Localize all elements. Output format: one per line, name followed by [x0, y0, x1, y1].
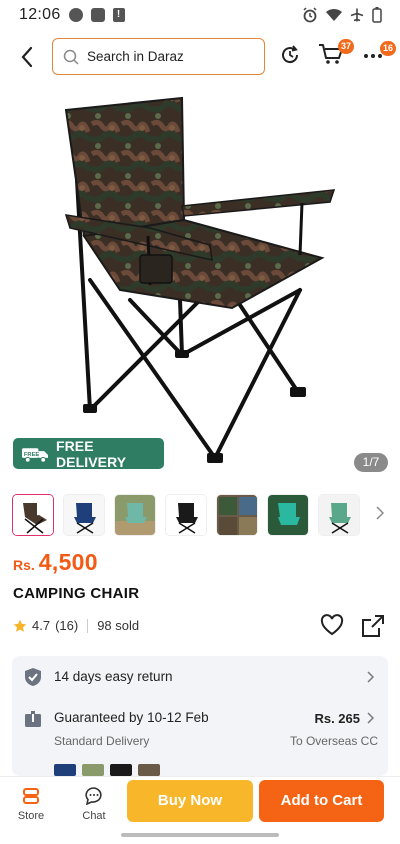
back-button[interactable]: [14, 42, 40, 72]
buy-now-button[interactable]: Buy Now: [127, 780, 253, 822]
sold-count: 98 sold: [97, 618, 140, 633]
thumbnail-chair-collage: [217, 495, 257, 535]
rating-divider: [87, 618, 89, 633]
return-policy-label: 14 days easy return: [54, 669, 173, 684]
more-button[interactable]: 16: [362, 41, 397, 70]
mini-thumb: [110, 764, 132, 776]
mini-thumb: [54, 764, 76, 776]
thumbnail-camo-chair: [13, 495, 53, 535]
free-delivery-label: FREE DELIVERY: [55, 437, 127, 470]
thumbnail-5[interactable]: [216, 494, 258, 536]
refresh-clock-icon[interactable]: [279, 44, 301, 66]
search-placeholder: Search in Daraz: [87, 49, 184, 64]
price-currency: Rs.: [13, 557, 35, 573]
store-button[interactable]: Store: [9, 787, 53, 822]
delivery-info-card: 14 days easy return Guaranteed by 10-12 …: [12, 656, 388, 776]
mini-thumb: [138, 764, 160, 776]
thumbnail-black-chair: [166, 495, 206, 535]
star-icon: [13, 619, 27, 632]
share-icon[interactable]: [361, 614, 385, 638]
wishlist-heart-icon[interactable]: [320, 614, 344, 636]
return-policy-row[interactable]: 14 days easy return: [12, 656, 388, 696]
delivery-truck-icon: FREE: [21, 447, 49, 463]
status-right: [302, 7, 382, 23]
alert-icon: !: [112, 8, 125, 22]
thumbnail-4[interactable]: [165, 494, 207, 536]
airplane-icon: [350, 8, 364, 22]
chat-icon: [85, 787, 102, 806]
store-icon: [23, 788, 39, 804]
notification-square-icon: [90, 8, 105, 22]
delivery-fee: Rs. 265: [314, 711, 360, 726]
thumbnail-green-chair-outdoor: [115, 495, 155, 535]
more-count-badge: 16: [380, 41, 397, 56]
truck-free-text: FREE: [24, 451, 40, 457]
cart-button[interactable]: 37: [318, 39, 355, 70]
chevron-right-icon: [367, 712, 374, 724]
back-arrow-icon: [21, 46, 33, 68]
status-left: 12:06 !: [19, 6, 125, 24]
shield-check-icon: [25, 668, 41, 686]
thumbnail-blue-chair: [64, 495, 104, 535]
add-to-cart-button[interactable]: Add to Cart: [259, 780, 384, 822]
thumbnail-strip: [12, 494, 392, 538]
search-input[interactable]: Search in Daraz: [52, 38, 265, 75]
camping-chair-image: [64, 96, 336, 463]
status-time: 12:06: [19, 6, 61, 23]
chat-label: Chat: [82, 810, 106, 822]
free-delivery-badge: FREE FREE DELIVERY: [13, 437, 164, 470]
thumbnail-3[interactable]: [114, 494, 156, 536]
thumbnail-1[interactable]: [12, 494, 54, 536]
delivery-box-icon: [25, 711, 41, 727]
notification-dot-icon: [68, 8, 83, 22]
chevron-right-icon: [367, 671, 374, 683]
rating-count: (16): [55, 618, 79, 633]
product-image[interactable]: [0, 84, 400, 484]
header-bar: Search in Daraz 37 16: [0, 36, 400, 78]
status-bar: 12:06 !: [0, 0, 400, 30]
image-counter: 1/7: [354, 453, 388, 472]
thumbnail-2[interactable]: [63, 494, 105, 536]
delivery-type: Standard Delivery: [54, 734, 150, 748]
product-title: CAMPING CHAIR: [13, 585, 140, 602]
thumbnail-teal-chair: [268, 495, 308, 535]
price: Rs. 4,500: [13, 549, 98, 576]
thumbnail-7[interactable]: [318, 494, 360, 536]
thumbnail-next-icon[interactable]: [376, 506, 384, 520]
delivery-guarantee-row[interactable]: Guaranteed by 10-12 Feb Rs. 265 Standard…: [12, 700, 388, 752]
home-indicator[interactable]: [121, 833, 279, 837]
search-icon: [63, 49, 79, 65]
store-label: Store: [17, 810, 45, 822]
rating-value: 4.7: [32, 618, 51, 633]
thumbnail-6[interactable]: [267, 494, 309, 536]
battery-icon: [372, 7, 382, 23]
wifi-icon: [326, 8, 342, 21]
alarm-icon: [303, 7, 317, 23]
thumbnail-green-chair: [319, 495, 359, 535]
cart-count-badge: 37: [338, 39, 355, 54]
delivery-destination: To Overseas CC: [289, 734, 378, 748]
guarantee-label: Guaranteed by 10-12 Feb: [54, 710, 209, 725]
rating-row[interactable]: 4.7 (16) 98 sold: [13, 618, 139, 633]
chat-button[interactable]: Chat: [72, 787, 116, 822]
price-value: 4,500: [38, 549, 98, 575]
partial-next-row: [54, 764, 194, 776]
mini-thumb: [82, 764, 104, 776]
